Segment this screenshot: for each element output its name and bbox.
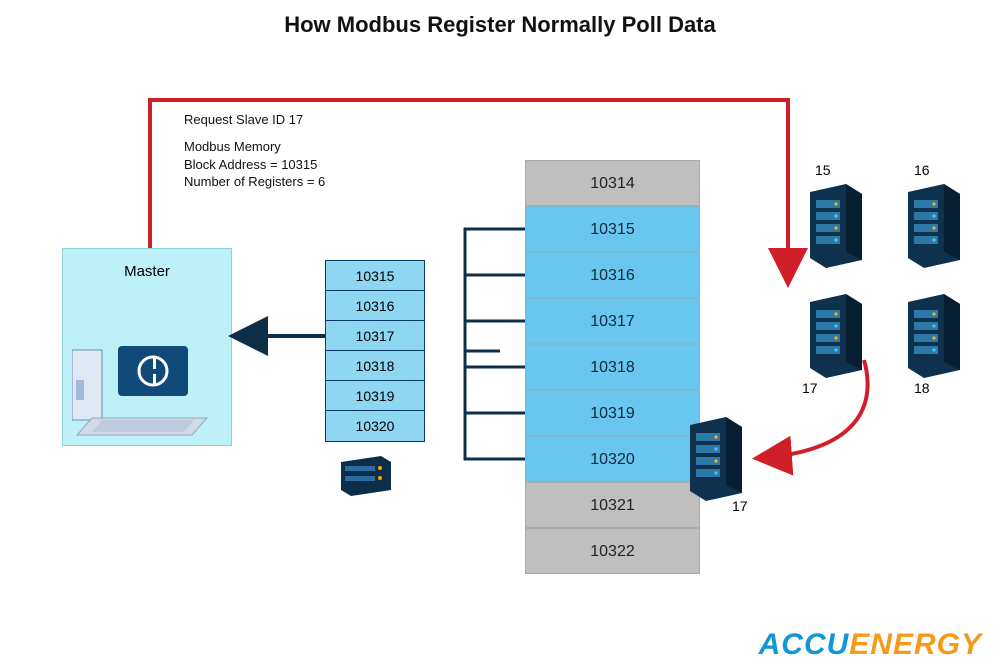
mem-cell: 10316 <box>525 252 700 298</box>
logo-part2: ENERGY <box>849 628 982 661</box>
slave-17-label: 17 <box>802 380 818 396</box>
server-rack-icon <box>900 292 964 378</box>
mem-cell: 10322 <box>525 528 700 574</box>
mem-line2: Block Address = 10315 <box>184 156 325 174</box>
server-rack-icon <box>682 415 746 501</box>
slave-16-label: 16 <box>914 162 930 178</box>
master-label: Master <box>63 263 231 280</box>
server-rack-icon <box>900 182 964 268</box>
mem-line1: Modbus Memory <box>184 138 325 156</box>
server-rack-icon <box>802 292 866 378</box>
mem-line3: Number of Registers = 6 <box>184 173 325 191</box>
computer-icon <box>72 340 222 440</box>
reg-cell: 10319 <box>326 381 424 411</box>
reg-cell: 10315 <box>326 261 424 291</box>
modbus-memory-text: Modbus Memory Block Address = 10315 Numb… <box>184 138 325 191</box>
reg-cell: 10317 <box>326 321 424 351</box>
reg-cell: 10318 <box>326 351 424 381</box>
returned-registers: 10315 10316 10317 10318 10319 10320 <box>325 260 425 442</box>
reg-cell: 10316 <box>326 291 424 321</box>
mem-cell: 10315 <box>525 206 700 252</box>
slave-18-label: 18 <box>914 380 930 396</box>
server-rack-icon <box>802 182 866 268</box>
mem-cell: 10317 <box>525 298 700 344</box>
mem-cell: 10320 <box>525 436 700 482</box>
mem-cell: 10314 <box>525 160 700 206</box>
mem-cell: 10319 <box>525 390 700 436</box>
mem-cell: 10318 <box>525 344 700 390</box>
brand-logo: ACCUENERGY <box>759 628 982 662</box>
request-slave-label: Request Slave ID 17 <box>184 112 303 127</box>
reg-cell: 10320 <box>326 411 424 441</box>
logo-part1: ACCU <box>759 628 850 661</box>
mem-cell: 10321 <box>525 482 700 528</box>
memory-block: 10314 10315 10316 10317 10318 10319 1032… <box>525 160 700 574</box>
diagram-title: How Modbus Register Normally Poll Data <box>0 12 1000 38</box>
small-server-icon <box>335 456 395 496</box>
slave-15-label: 15 <box>815 162 831 178</box>
